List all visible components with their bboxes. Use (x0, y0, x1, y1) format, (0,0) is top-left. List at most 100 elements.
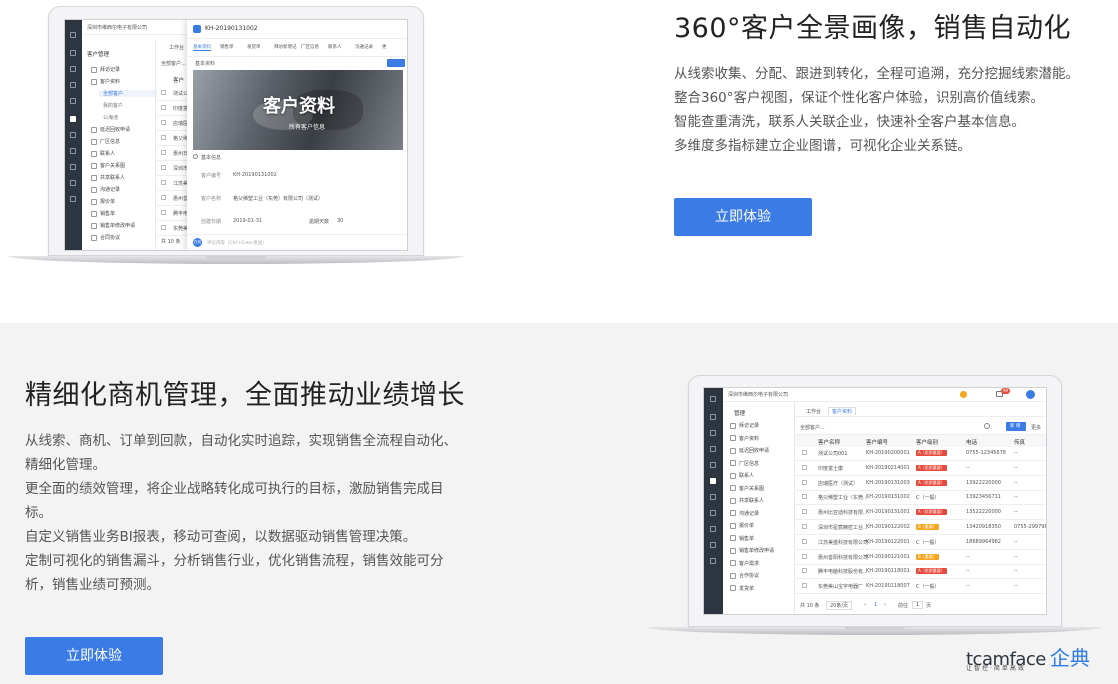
list-row-name[interactable]: 店瑞医 (173, 120, 188, 127)
edit-button[interactable]: 编辑 (387, 59, 405, 76)
cell-name[interactable]: 东莞美山宝宇电器厂 (818, 583, 863, 590)
row-checkbox[interactable] (802, 538, 807, 544)
current-page[interactable]: 1 (874, 602, 877, 608)
new-button[interactable]: 新 增 (1006, 422, 1026, 431)
list-row-checkbox[interactable] (161, 225, 166, 230)
col-level[interactable]: 客户级别 (916, 438, 938, 446)
sidebar-item-factory[interactable]: 厂区信息 (91, 138, 120, 145)
cell-name[interactable]: 腾丰电脑科技股份有... (818, 568, 868, 575)
collapse-icon[interactable] (193, 154, 198, 159)
company-name[interactable]: 深圳市维西尔电子有限公司 (728, 391, 788, 398)
sidebar-item-relations[interactable]: 客户关系图 (91, 162, 125, 169)
list-row-checkbox[interactable] (161, 90, 166, 95)
sidebar-item[interactable]: 客户关系图 (730, 485, 764, 492)
sidebar-item[interactable]: 厂区信息 (730, 460, 759, 467)
try-now-button[interactable]: 立即体验 (674, 198, 812, 236)
detail-tab[interactable]: 销售单 (220, 44, 234, 50)
list-filter[interactable]: 全部客户... (800, 424, 825, 431)
tab-customers[interactable]: 客户资料 (828, 407, 857, 415)
sidebar-item[interactable]: 共享联系人 (730, 497, 764, 504)
col-name[interactable]: 客户名称 (818, 438, 840, 446)
row-checkbox[interactable] (802, 568, 807, 574)
help-icon[interactable] (960, 391, 967, 398)
sidebar-item[interactable]: 发货单 (730, 585, 754, 592)
sidebar-subitem-pool[interactable]: 公海池 (103, 114, 118, 121)
sidebar-item-comms[interactable]: 沟通记录 (91, 186, 120, 193)
col-fax[interactable]: 传真 (1014, 438, 1025, 446)
detail-tab[interactable]: 拜访新增记 (274, 44, 297, 50)
list-filter[interactable]: 全部客户... (161, 60, 186, 67)
cell-name[interactable]: 印度富士康 (818, 465, 843, 472)
row-checkbox[interactable] (802, 524, 807, 529)
list-row-name[interactable]: 印度富 (173, 105, 188, 112)
tab-workbench[interactable]: 工作台 (806, 408, 821, 415)
list-row-checkbox[interactable] (161, 180, 166, 185)
sidebar-item-delay[interactable]: 延迟回收申请 (91, 126, 130, 133)
row-checkbox[interactable] (802, 479, 807, 485)
sidebar-item-customers[interactable]: 客户资料 (91, 78, 120, 85)
list-row-checkbox[interactable] (161, 135, 166, 140)
cell-name[interactable]: 店瑞医疗（测试） (818, 480, 858, 487)
sidebar-item[interactable]: 客户资料 (730, 435, 759, 442)
comment-input[interactable]: 评论内容（Ctrl+Enter发送） (207, 240, 267, 246)
list-row-checkbox[interactable] (161, 120, 166, 125)
cell-name[interactable]: 惠州比亚迪科技有限... (818, 509, 868, 516)
sidebar-item[interactable]: 合作协议 (730, 572, 759, 579)
detail-tab[interactable]: 联系人 (328, 44, 342, 50)
sidebar-item-contacts[interactable]: 联系人 (91, 150, 115, 157)
list-row-checkbox[interactable] (161, 165, 166, 170)
sidebar-subitem-mine[interactable]: 我的客户 (103, 102, 123, 109)
row-checkbox[interactable] (802, 464, 807, 470)
more-button[interactable]: 更多 (1031, 424, 1041, 431)
page-size-select[interactable]: 20条/页 (826, 601, 853, 610)
sidebar-item[interactable]: 联系人 (730, 472, 754, 479)
sidebar-item-quotes[interactable]: 报价单 (91, 198, 115, 205)
list-row-name[interactable]: 东莞美 (173, 225, 188, 232)
sidebar-item-shared[interactable]: 共享联系人 (91, 174, 125, 181)
list-row-name[interactable]: 深圳市 (173, 165, 188, 172)
sidebar-item[interactable]: 报价单 (730, 522, 754, 529)
col-code[interactable]: 客户编号 (866, 438, 888, 446)
goto-input[interactable]: 1 (912, 601, 924, 609)
sidebar-item-contracts[interactable]: 合同协议 (91, 234, 120, 241)
list-row-name[interactable]: 惠州善 (173, 195, 188, 202)
sidebar-item[interactable]: 延迟回收申请 (730, 447, 769, 454)
list-row-checkbox[interactable] (161, 210, 166, 215)
sidebar-item-visits[interactable]: 拜访记录 (91, 66, 120, 73)
cell-name[interactable]: 测试公司001 (818, 450, 848, 457)
list-row-checkbox[interactable] (161, 195, 166, 200)
list-row-checkbox[interactable] (161, 105, 166, 110)
prev-page-icon[interactable]: ‹ (864, 602, 866, 608)
row-checkbox[interactable] (802, 509, 807, 515)
sidebar-subitem-all[interactable]: 全部客户 (99, 90, 157, 97)
sidebar-item-orders[interactable]: 销售单 (91, 210, 115, 217)
col-phone[interactable]: 电话 (966, 438, 977, 446)
row-checkbox[interactable] (802, 553, 807, 559)
list-row-name[interactable]: 腾丰电 (173, 210, 188, 217)
tab-workbench[interactable]: 工作台 (169, 44, 184, 51)
avatar[interactable]: 在线 (193, 238, 202, 247)
sidebar-item[interactable]: 销售单 (730, 535, 754, 542)
cell-name[interactable]: 深圳市星宸精密工业... (818, 524, 868, 531)
list-row-name[interactable]: 惠州日 (173, 150, 188, 157)
detail-tab[interactable]: 发货单 (247, 44, 261, 50)
try-now-button[interactable]: 立即体验 (25, 637, 163, 675)
sidebar-item-order-change[interactable]: 销售单修改申请 (91, 222, 135, 229)
list-row-name[interactable]: 江苏美 (173, 180, 188, 187)
detail-tab[interactable]: 更 (382, 44, 387, 50)
sidebar-item[interactable]: 客户需求 (730, 560, 759, 567)
sidebar-item[interactable]: 销售单修改申请 (730, 547, 774, 554)
user-avatar[interactable] (1026, 390, 1035, 399)
next-page-icon[interactable]: › (884, 602, 886, 608)
detail-tab[interactable]: 沟通记录 (355, 44, 373, 50)
detail-tab[interactable]: 厂区信息 (301, 44, 319, 50)
list-row-name[interactable]: 测试公 (173, 90, 188, 97)
list-row-name[interactable]: 格父稀 (173, 135, 188, 142)
detail-tab[interactable]: 基本资料 (193, 44, 211, 51)
row-checkbox[interactable] (802, 450, 807, 455)
company-name[interactable]: 深圳市维西尔电子有限公司 (87, 24, 147, 31)
list-row-checkbox[interactable] (161, 150, 166, 155)
row-checkbox[interactable] (802, 494, 807, 500)
row-checkbox[interactable] (802, 583, 807, 589)
cell-name[interactable]: 惠州善阳科技有限公司 (818, 554, 868, 561)
